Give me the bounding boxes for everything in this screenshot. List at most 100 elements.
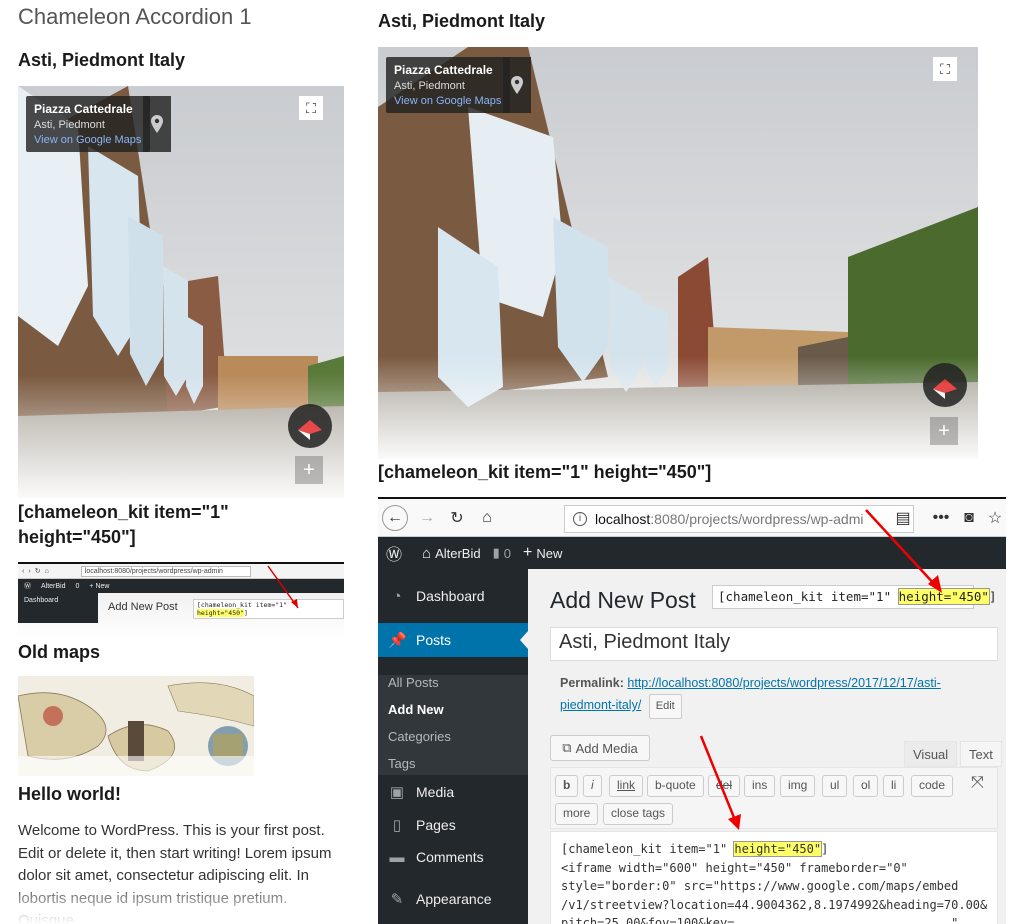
info-icon[interactable]: i [573,512,587,526]
plus-icon[interactable]: + [523,544,532,562]
admin-comments-count: 0 [503,545,511,561]
shortcode-label: [chameleon_kit item="1" height="450"] [18,502,229,547]
reload-icon[interactable]: ↻ [444,505,470,531]
compass-icon-large[interactable] [923,363,967,407]
permalink-edit-button[interactable]: Edit [648,694,682,719]
submenu-add-new[interactable]: Add New [388,702,444,717]
fullscreen-icon-large[interactable]: ⛶ [933,57,957,81]
wp-sidebar: ◔ Dashboard 📌 Posts All Posts Add New Ca… [378,569,528,924]
admin-site-name[interactable]: AlterBid [435,546,481,561]
distraction-free-icon[interactable]: ⤧ [971,774,984,792]
pocket-icon[interactable]: ◙ [956,505,982,531]
qt-close-tags-button[interactable]: close tags [603,803,674,825]
qt-italic-button[interactable]: i [583,775,602,797]
sidebar-label: Comments [416,849,484,865]
comments-bubble-icon[interactable]: ▮ [493,545,500,561]
street-view-small[interactable]: Piazza Cattedrale Asti, Piedmont View on… [18,86,344,498]
back-icon[interactable]: ← [382,505,408,531]
submenu-categories[interactable]: Categories [388,729,451,744]
mini-code: [chameleon_kit item="1" height="450"] [193,599,344,619]
old-maps-heading[interactable]: Old maps [18,642,100,663]
mini-wp-logo-icon: Ⓦ [24,583,31,590]
qt-ol-button[interactable]: ol [853,775,879,797]
mini-new: + New [89,582,110,590]
sidebar-item-appearance[interactable]: ✎ Appearance [378,884,528,914]
post-heading: Asti, Piedmont Italy [18,50,186,70]
posts-submenu: All Posts Add New Categories Tags [378,675,528,775]
mini-home-icon: ⌂ [44,567,49,575]
more-icon[interactable]: ••• [928,505,954,531]
mini-back-icon: ‹ [22,567,25,575]
editor-line1-highlight: height="450" [733,841,823,857]
sidebar-item-media[interactable]: ▣ Media [378,777,528,807]
submenu-tags[interactable]: Tags [388,756,415,771]
tab-visual[interactable]: Visual [904,741,958,767]
sc-highlight: height="450" [897,588,990,605]
mini-url: localhost:8080/projects/wordpress/wp-adm… [80,565,251,577]
sv-maps-link[interactable]: View on Google Maps [34,134,142,146]
compass-icon[interactable] [288,404,332,448]
admin-new[interactable]: New [536,546,562,561]
pages-icon: ▯ [392,817,402,834]
sidebar-label: Appearance [416,891,492,907]
url-bar[interactable]: i localhost:8080/projects/wordpress/wp-a… [564,505,914,533]
qt-link-button[interactable]: link [609,775,644,797]
qt-code-button[interactable]: code [911,775,954,797]
mini-code-highlight: height="450" [197,609,244,617]
map-pin-icon[interactable] [143,96,171,152]
add-media-icon: ⧉ [562,740,572,755]
mini-code-prefix: [chameleon_kit item="1" [197,601,288,609]
sidebar-label: Posts [416,632,452,648]
appearance-icon: ✎ [390,891,404,908]
permalink-label: Permalink: [560,676,624,690]
sidebar-label: Dashboard [416,588,485,604]
qt-li-button[interactable]: li [883,775,905,797]
home-icon[interactable]: ⌂ [474,505,500,531]
qt-ul-button[interactable]: ul [822,775,848,797]
old-maps-image[interactable] [18,676,254,776]
sv-address: Asti, Piedmont [34,119,105,131]
qt-ins-button[interactable]: ins [744,775,776,797]
reader-icon[interactable]: ▤ [890,505,916,531]
current-menu-arrow [520,631,528,649]
qt-bold-button[interactable]: b [555,775,579,797]
mini-comments: 0 [75,582,80,590]
qt-more-button[interactable]: more [555,803,599,825]
qt-del-button[interactable]: del [708,775,741,797]
bookmark-star-icon[interactable]: ☆ [982,505,1006,531]
text-editor[interactable]: [chameleon_kit item="1" height="450"] <i… [550,831,998,924]
street-view-large[interactable]: Piazza Cattedrale Asti, Piedmont View on… [378,47,978,459]
sidebar-item-comments[interactable]: ▬ Comments [378,842,528,872]
shortcode-callout: [chameleon_kit item="1" height="450"] [712,585,996,609]
mini-dashboard: Dashboard [18,593,98,623]
map-pin-icon-large[interactable] [503,57,531,113]
post-title-input[interactable]: Asti, Piedmont Italy [550,627,998,661]
sidebar-item-pages[interactable]: ▯ Pages [378,810,528,840]
wp-admin-bar: Ⓦ ⌂ AlterBid ▮ 0 + New [378,537,1006,569]
tab-text[interactable]: Text [960,741,1002,767]
wp-logo-icon[interactable]: Ⓦ [386,541,402,565]
home-site-icon[interactable]: ⌂ [422,545,431,562]
sidebar-item-posts[interactable]: 📌 Posts [378,623,528,657]
sidebar-item-dashboard[interactable]: ◔ Dashboard [378,581,528,611]
sc-prefix: [chameleon_kit item="1" [718,589,899,604]
submenu-all-posts[interactable]: All Posts [388,675,439,690]
permalink-row: Permalink: http://localhost:8080/project… [560,673,980,719]
wp-main: Add New Post [chameleon_kit item="1" hei… [528,569,1006,924]
forward-icon[interactable]: → [414,505,440,531]
fullscreen-icon[interactable]: ⛶ [299,96,323,120]
zoom-in-icon[interactable]: + [295,456,323,484]
mini-body: Dashboard Add New Post [chameleon_kit it… [18,593,344,638]
sv-maps-link-large[interactable]: View on Google Maps [394,95,502,107]
qt-bquote-button[interactable]: b-quote [647,775,704,797]
add-media-button[interactable]: ⧉ Add Media [550,735,650,761]
hello-heading[interactable]: Hello world! [18,784,121,805]
url-path: :8080/projects/wordpress/wp-admi [650,511,864,527]
accordion-title[interactable]: Chameleon Accordion 1 [18,4,252,30]
sv-place: Piazza Cattedrale [34,102,133,116]
qt-img-button[interactable]: img [780,775,816,797]
editor-line1-suffix: ] [821,842,829,856]
zoom-in-icon-large[interactable]: + [930,417,958,445]
mini-title: Add New Post [108,601,178,613]
sv-address-large: Asti, Piedmont [394,80,465,92]
